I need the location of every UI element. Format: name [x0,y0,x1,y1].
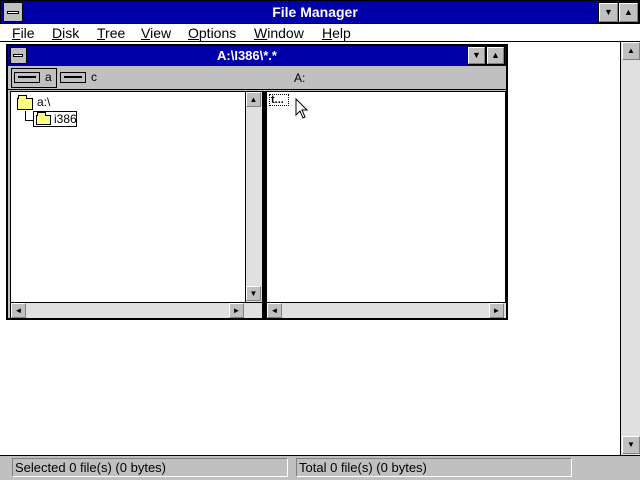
status-selected: Selected 0 file(s) (0 bytes) [12,458,288,477]
scroll-down-button[interactable]: ▼ [246,286,261,301]
status-total: Total 0 file(s) (0 bytes) [296,458,572,477]
mouse-cursor-icon [295,98,309,119]
app-title: File Manager [272,4,358,20]
scroll-right-button[interactable]: ► [489,303,504,318]
file-pane[interactable]: t... ◄ ► [266,91,506,318]
minimize-button[interactable]: ▼ [598,2,619,23]
scroll-up-button[interactable]: ▲ [246,92,261,107]
up-directory-item[interactable]: t... [269,94,289,106]
menu-options[interactable]: Options [188,25,236,41]
scroll-right-button[interactable]: ► [229,303,244,318]
folder-icon [17,95,33,110]
menu-bar: File Disk Tree View Options Window Help [0,24,640,42]
up-directory-icon: t... [271,94,284,106]
tree-horizontal-scrollbar[interactable]: ◄ ► [11,302,262,318]
tree-root[interactable]: a:\ [37,95,50,109]
main-scroll-down-button[interactable]: ▼ [622,436,640,454]
current-drive-label: A: [294,71,306,85]
menu-help[interactable]: Help [322,25,351,41]
main-vertical-scrollbar[interactable]: ▲ ▼ [620,42,640,456]
open-folder-icon [36,112,51,125]
child-system-menu-icon[interactable] [10,47,27,64]
drive-bar: a c A: [8,66,506,90]
child-minimize-button[interactable]: ▼ [467,46,486,65]
floppy-drive-icon [14,72,40,83]
maximize-button[interactable]: ▲ [618,2,639,23]
directory-window-title: A:\I386\*.* [217,48,277,63]
directory-window-title-bar[interactable]: A:\I386\*.* ▼ ▲ [8,46,506,66]
child-maximize-button[interactable]: ▲ [486,46,505,65]
menu-file[interactable]: File [12,25,35,41]
status-bar: Selected 0 file(s) (0 bytes) Total 0 fil… [0,455,640,480]
menu-disk[interactable]: Disk [52,25,79,41]
app-title-bar[interactable]: File Manager ▼ ▲ [0,0,640,24]
scroll-left-button[interactable]: ◄ [267,303,282,318]
drive-c[interactable]: c [58,69,102,87]
scroll-left-button[interactable]: ◄ [11,303,26,318]
tree-pane[interactable]: a:\ i386 ▲ ▼ ◄ ► [10,91,262,318]
system-menu-icon[interactable] [3,2,23,22]
drive-a[interactable]: a [11,68,57,88]
menu-window[interactable]: Window [254,25,304,41]
main-scroll-up-button[interactable]: ▲ [622,42,640,60]
file-horizontal-scrollbar[interactable]: ◄ ► [267,302,506,318]
menu-view[interactable]: View [141,25,171,41]
tree-connector [25,120,33,121]
tree-item-i386[interactable]: i386 [33,111,77,127]
tree-vertical-scrollbar[interactable]: ▲ ▼ [245,92,262,302]
directory-window: A:\I386\*.* ▼ ▲ a c A: a:\ i386 ▲ ▼ ◄ ► [6,44,508,320]
hard-drive-icon [60,72,86,83]
menu-tree[interactable]: Tree [97,25,125,41]
